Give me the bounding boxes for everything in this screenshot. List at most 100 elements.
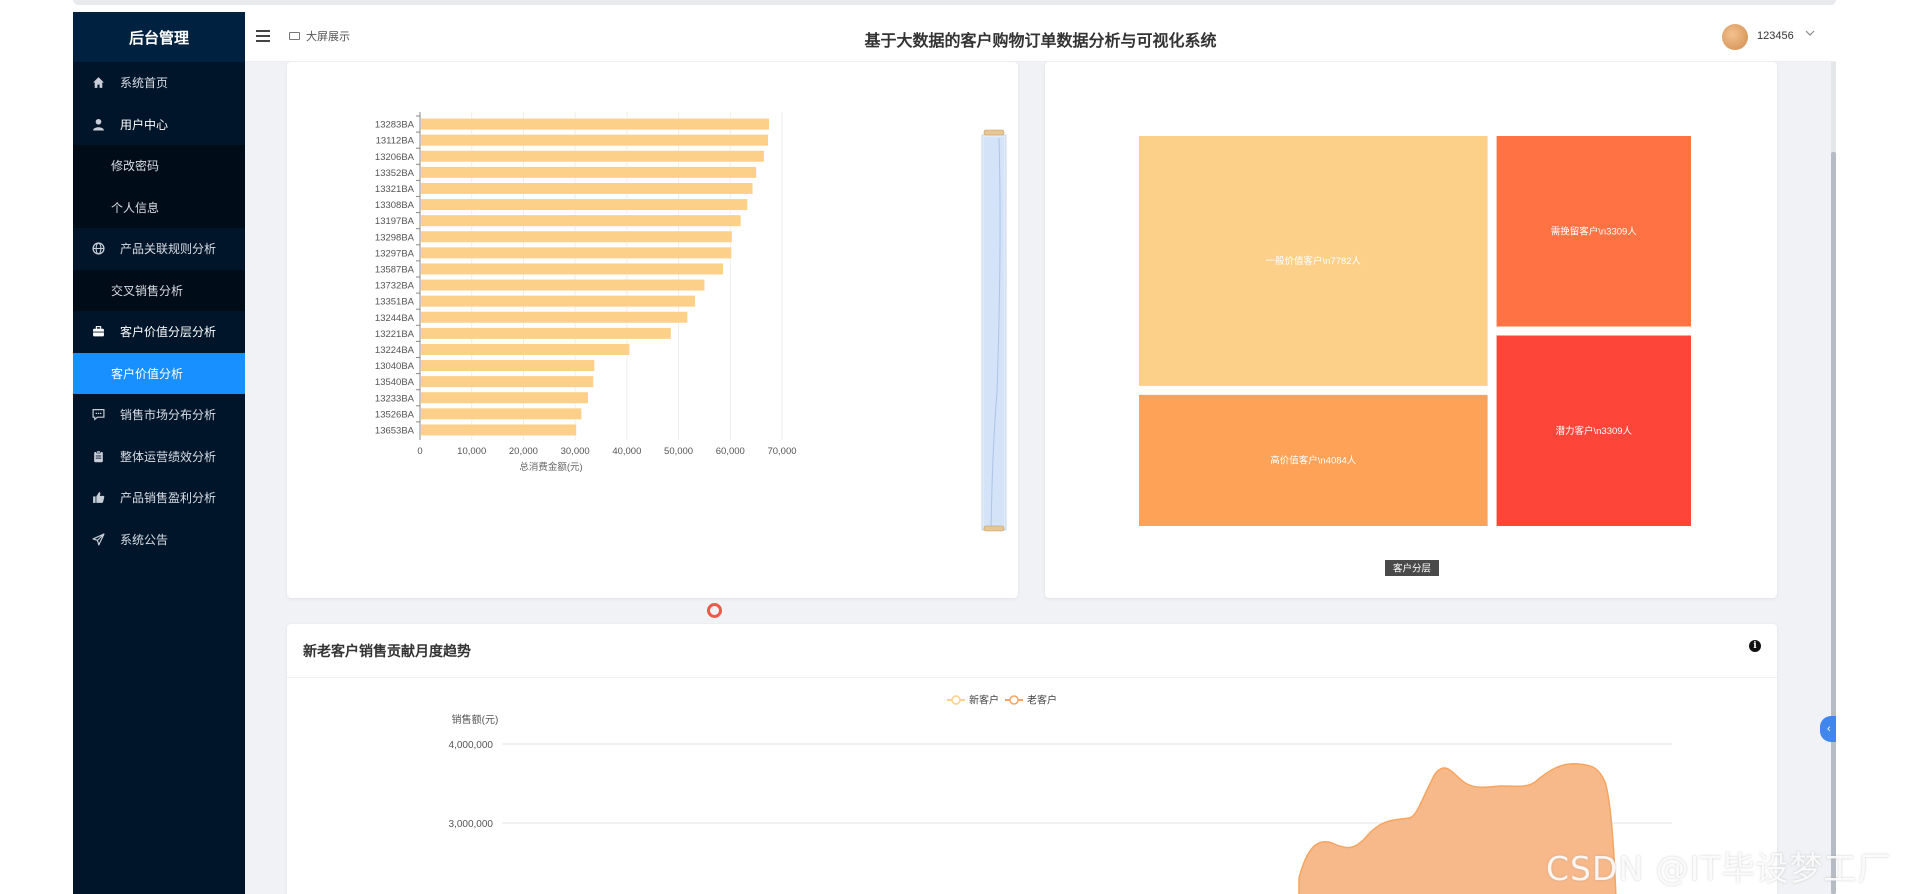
datazoom-handle-top (983, 129, 1005, 136)
main-content: 13283BA 13112BA 13206BA 13352BA 13321BA 13308… (245, 62, 1836, 894)
user-icon (91, 117, 105, 131)
menu-item-operations-performance[interactable]: 整体运营绩效分析 (73, 436, 245, 478)
menu-item-cross-selling[interactable]: 交叉销售分析 (73, 269, 245, 311)
y-tick-label: 13297BA (375, 248, 415, 259)
chevron-down-icon[interactable] (1805, 29, 1815, 40)
bar (421, 295, 696, 307)
home-icon (91, 76, 105, 90)
y-tick-label: 13653BA (375, 425, 415, 436)
info-icon[interactable]: i (1749, 640, 1761, 652)
y-tick-label: 13197BA (375, 216, 415, 227)
send-icon (91, 532, 105, 546)
y-tick-label: 13308BA (375, 200, 415, 211)
watermark: CSDN @IT毕设梦工厂 (1546, 849, 1892, 888)
bar (421, 343, 630, 355)
y-tick-label: 4,000,000 (449, 740, 494, 751)
y-tick-label: 13732BA (375, 281, 415, 292)
customer-tier-treemap: 一般价值客户\n7782人高价值客户\n4084人 需挽留客户\n3309人潜力客… (1139, 136, 1691, 576)
y-tick-label: 13040BA (375, 361, 415, 372)
datazoom-slider (981, 129, 1007, 532)
y-tick-label: 13283BA (375, 120, 415, 131)
y-tick-label: 13587BA (375, 264, 415, 275)
x-axis-title: 总消费金额(元) (519, 461, 582, 473)
y-tick-label: 13224BA (375, 345, 415, 356)
clipboard-icon (91, 449, 105, 463)
top-customers-bar-chart: 13283BA 13112BA 13206BA 13352BA 13321BA 13308… (375, 112, 1007, 532)
screen-frame-left (0, 0, 73, 894)
y-tick-label: 13321BA (375, 184, 415, 195)
menu-item-label: 交叉销售分析 (111, 283, 184, 298)
bar (421, 263, 724, 275)
menu-item-label: 整体运营绩效分析 (120, 449, 217, 464)
avatar[interactable] (1722, 24, 1748, 50)
top-customers-chart-card: 13283BA 13112BA 13206BA 13352BA 13321BA 13308… (287, 62, 1018, 598)
treemap-cell-label: 潜力客户\n3309人 (1556, 425, 1633, 437)
top-header: 大屏展示 基于大数据的客户购物订单数据分析与可视化系统 123456 (245, 12, 1836, 62)
y-tick-label: 13206BA (375, 152, 415, 163)
menu-item-label: 产品销售盈利分析 (120, 491, 217, 506)
x-tick-label: 60,000 (716, 446, 745, 457)
bar (421, 134, 769, 146)
y-axis-title: 销售额(元) (452, 713, 499, 726)
bar (421, 279, 705, 291)
screen-frame-right (1836, 0, 1910, 894)
bar (421, 408, 582, 420)
y-tick-label: 13221BA (375, 329, 415, 340)
x-tick-label: 0 (417, 446, 422, 457)
bar (421, 215, 741, 227)
bar (421, 376, 594, 388)
y-tick-label: 13233BA (375, 393, 415, 404)
bar (421, 150, 764, 162)
treemap-cell-label: 高价值客户\n4084人 (1270, 454, 1357, 466)
treemap-breadcrumb: 客户分层 (1393, 563, 1431, 575)
x-tick-label: 70,000 (767, 446, 796, 457)
bar (421, 327, 671, 339)
treemap-cell-label: 需挽留客户\n3309人 (1551, 225, 1638, 237)
customer-tier-treemap-card: 一般价值客户\n7782人 高价值客户\n4084人 需挽留客户\n3309人 潜力客… (1045, 62, 1777, 598)
bar (421, 392, 589, 404)
sidebar-brand: 后台管理 (73, 12, 245, 62)
menu-item-label: 系统首页 (120, 76, 169, 91)
bar (421, 247, 732, 259)
menu-item-product-profit[interactable]: 产品销售盈利分析 (73, 477, 245, 519)
x-tick-label: 30,000 (561, 446, 590, 457)
bar (421, 360, 595, 372)
bar (421, 118, 770, 130)
menu-item-change-password[interactable]: 修改密码 (73, 145, 245, 187)
y-tick-label: 3,000,000 (449, 819, 494, 830)
y-tick-label: 13540BA (375, 377, 415, 388)
username[interactable]: 123456 (1757, 30, 1794, 42)
treemap-cell-label: 一般价值客户\n7782人 (1266, 255, 1362, 267)
menu-item-announcements[interactable]: 系统公告 (73, 519, 245, 561)
menu-item-label: 销售市场分布分析 (120, 408, 217, 423)
trend-card-title: 新老客户销售贡献月度趋势 (287, 624, 1777, 678)
y-tick-label: 13351BA (375, 297, 415, 308)
menu-item-user-center[interactable]: 用户中心 (73, 104, 245, 146)
menu-item-label: 修改密码 (111, 159, 160, 174)
x-tick-label: 20,000 (509, 446, 538, 457)
legend-label: 老客户 (1027, 694, 1057, 707)
bar (421, 182, 753, 194)
x-tick-label: 10,000 (457, 446, 486, 457)
menu-item-association-rules[interactable]: 产品关联规则分析 (73, 228, 245, 270)
datazoom-window (984, 137, 1004, 528)
bar (421, 199, 748, 211)
chat-icon (91, 408, 105, 422)
y-tick-label: 13244BA (375, 313, 415, 324)
menu-item-profile[interactable]: 个人信息 (73, 186, 245, 228)
menu-item-customer-value-analysis[interactable]: 客户价值分析 (73, 352, 245, 394)
browser-top-edge (73, 0, 1836, 5)
y-tick-label: 13298BA (375, 232, 415, 243)
x-tick-label: 50,000 (664, 446, 693, 457)
x-tick-label: 40,000 (612, 446, 641, 457)
bar (421, 311, 688, 323)
bar (421, 166, 757, 178)
legend-label: 新客户 (969, 694, 999, 707)
menu-item-label: 用户中心 (120, 117, 169, 132)
menu-item-home[interactable]: 系统首页 (73, 62, 245, 104)
y-tick-label: 13526BA (375, 409, 415, 420)
menu-item-customer-value-tiers[interactable]: 客户价值分层分析 (73, 311, 245, 353)
legend-marker (1009, 695, 1019, 705)
sidebar: 后台管理 系统首页 用户中心 修改密码 个人信息 产品关联规则分析 交叉销售分析… (73, 12, 245, 894)
menu-item-market-distribution[interactable]: 销售市场分布分析 (73, 394, 245, 436)
